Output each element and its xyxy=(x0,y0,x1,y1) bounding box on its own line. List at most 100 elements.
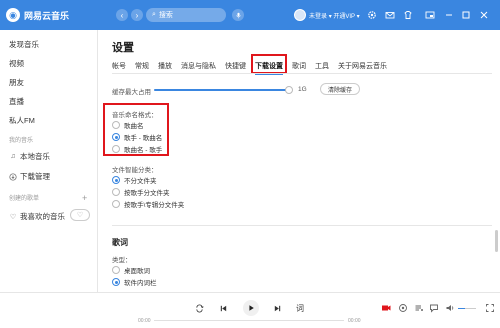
tab-lyrics[interactable]: 歌词 xyxy=(292,61,306,71)
naming-option-song[interactable]: 歌曲名 xyxy=(112,120,144,130)
tab-privacy[interactable]: 消息与隐私 xyxy=(181,61,216,71)
clear-cache-button[interactable]: 清除缓存 xyxy=(320,83,360,95)
lyrics-section-title: 歌词 xyxy=(112,238,128,247)
play-button[interactable] xyxy=(243,300,259,316)
sidebar-item-personal-fm[interactable]: 私人FM xyxy=(9,115,35,126)
radio-button[interactable] xyxy=(112,133,120,141)
sidebar-item-discover[interactable]: 发现音乐 xyxy=(9,39,39,50)
tab-account[interactable]: 帐号 xyxy=(112,61,126,71)
cache-value: 1G xyxy=(298,86,307,93)
close-icon[interactable] xyxy=(478,9,490,21)
sidebar-group-my-music: 我的音乐 xyxy=(9,138,34,144)
music-note-icon: ♫ xyxy=(10,153,16,160)
radio-button[interactable] xyxy=(112,188,120,196)
forward-button[interactable]: › xyxy=(131,9,143,21)
mini-mode-icon[interactable] xyxy=(424,9,436,21)
sidebar-item-friends[interactable]: 朋友 xyxy=(9,77,24,88)
cache-slider-fill xyxy=(154,89,290,91)
progress-bar[interactable] xyxy=(154,320,344,321)
sidebar: 发现音乐 视频 朋友 直播 私人FM 我的音乐 ♫ 本地音乐 下载管理 创建的歌… xyxy=(0,30,98,292)
sidebar-item-label: 朋友 xyxy=(9,78,24,87)
avatar[interactable] xyxy=(294,9,306,21)
microphone-icon[interactable] xyxy=(232,9,244,21)
tab-playback[interactable]: 播放 xyxy=(158,61,172,71)
app-logo[interactable]: ◉ 网易云音乐 xyxy=(6,8,69,22)
cache-slider[interactable] xyxy=(154,86,294,94)
tab-about[interactable]: 关于网易云音乐 xyxy=(338,61,387,71)
lyrics-toggle-button[interactable]: 词 xyxy=(294,302,306,314)
lyrics-type-label: 类型： xyxy=(112,257,132,264)
naming-format-label: 音乐命名格式： xyxy=(112,112,158,119)
heartbeat-icon: ♡ xyxy=(76,212,84,219)
vip-link[interactable]: 开通VIP xyxy=(333,14,355,20)
maximize-icon[interactable] xyxy=(460,9,472,21)
search-icon: ⌕ xyxy=(152,11,156,18)
playlist-icon[interactable] xyxy=(413,302,425,314)
folder-classify-label: 文件智能分类： xyxy=(112,167,158,174)
sidebar-item-label: 直播 xyxy=(9,97,24,106)
volume-slider[interactable] xyxy=(458,308,476,309)
fullscreen-icon[interactable] xyxy=(484,302,496,314)
player-bar: 词 00:00 00:00 xyxy=(0,292,500,328)
previous-icon[interactable] xyxy=(217,302,229,314)
radio-button[interactable] xyxy=(112,278,120,286)
radio-button[interactable] xyxy=(112,200,120,208)
cache-label: 缓存最大占用 xyxy=(112,89,151,96)
sound-effect-icon[interactable] xyxy=(397,302,409,314)
mail-icon[interactable] xyxy=(384,9,396,21)
cache-slider-handle[interactable] xyxy=(285,86,294,94)
tab-tools[interactable]: 工具 xyxy=(315,61,329,71)
minimize-icon[interactable] xyxy=(443,9,455,21)
quality-icon[interactable] xyxy=(380,302,392,314)
settings-panel: 设置 帐号 常规 播放 消息与隐私 快捷键 下载设置 歌词 工具 关于网易云音乐… xyxy=(98,30,500,292)
comments-icon[interactable] xyxy=(428,302,440,314)
user-status[interactable]: 未登录 ▾ 开通VIP ▾ xyxy=(309,11,360,20)
title-bar: ◉ 网易云音乐 ‹ › ⌕ 搜索 未登录 ▾ 开通VIP ▾ xyxy=(0,0,500,30)
radio-label: 不分文件夹 xyxy=(124,178,157,185)
next-icon[interactable] xyxy=(271,302,283,314)
gear-icon[interactable] xyxy=(366,9,378,21)
tab-general[interactable]: 常规 xyxy=(135,61,149,71)
lyrics-option-desktop[interactable]: 桌面歌词 xyxy=(112,265,150,275)
heart-mode-button[interactable]: ♡ xyxy=(70,209,90,221)
section-divider xyxy=(112,225,492,226)
netease-logo-icon: ◉ xyxy=(6,8,20,22)
current-time: 00:00 xyxy=(138,318,151,324)
add-playlist-button[interactable]: + xyxy=(82,193,87,203)
folder-option-by-artist[interactable]: 按歌手分文件夹 xyxy=(112,187,170,197)
sidebar-item-downloads[interactable]: 下载管理 xyxy=(9,171,50,182)
user-name[interactable]: 未登录 xyxy=(309,14,327,20)
sidebar-item-favorites[interactable]: ♡ 我喜欢的音乐 xyxy=(9,211,65,222)
radio-label: 按歌手分文件夹 xyxy=(124,190,170,197)
volume-fill xyxy=(458,308,466,309)
download-icon xyxy=(9,172,17,181)
naming-option-artist-song[interactable]: 歌手 - 歌曲名 xyxy=(112,132,162,142)
sidebar-item-label: 发现音乐 xyxy=(9,40,39,49)
scrollbar[interactable] xyxy=(495,230,498,252)
page-title: 设置 xyxy=(112,42,134,54)
heart-icon: ♡ xyxy=(9,213,17,221)
sidebar-item-live[interactable]: 直播 xyxy=(9,96,24,107)
loop-icon[interactable] xyxy=(193,302,205,314)
back-button[interactable]: ‹ xyxy=(116,9,128,21)
sidebar-item-label: 下载管理 xyxy=(20,172,50,181)
folder-option-none[interactable]: 不分文件夹 xyxy=(112,175,157,185)
radio-button[interactable] xyxy=(112,176,120,184)
folder-option-by-artist-album[interactable]: 按歌手\专辑分文件夹 xyxy=(112,199,184,209)
skin-icon[interactable] xyxy=(402,9,414,21)
radio-button[interactable] xyxy=(112,266,120,274)
play-icon xyxy=(249,305,254,311)
sidebar-item-local-music[interactable]: ♫ 本地音乐 xyxy=(9,151,50,162)
sidebar-item-video[interactable]: 视频 xyxy=(9,58,24,69)
radio-button[interactable] xyxy=(112,121,120,129)
dropdown-icon: ▾ xyxy=(356,14,360,20)
lyrics-option-in-app[interactable]: 软件内词栏 xyxy=(112,277,157,287)
sidebar-item-label: 我喜欢的音乐 xyxy=(20,212,65,221)
search-input[interactable]: ⌕ 搜索 xyxy=(146,8,226,22)
radio-button[interactable] xyxy=(112,145,120,153)
volume-icon[interactable] xyxy=(444,302,456,314)
naming-option-song-artist[interactable]: 歌曲名 - 歌手 xyxy=(112,144,162,154)
tab-highlight-box xyxy=(251,54,287,74)
tab-shortcuts[interactable]: 快捷键 xyxy=(225,61,246,71)
radio-label: 歌曲名 xyxy=(124,123,144,130)
